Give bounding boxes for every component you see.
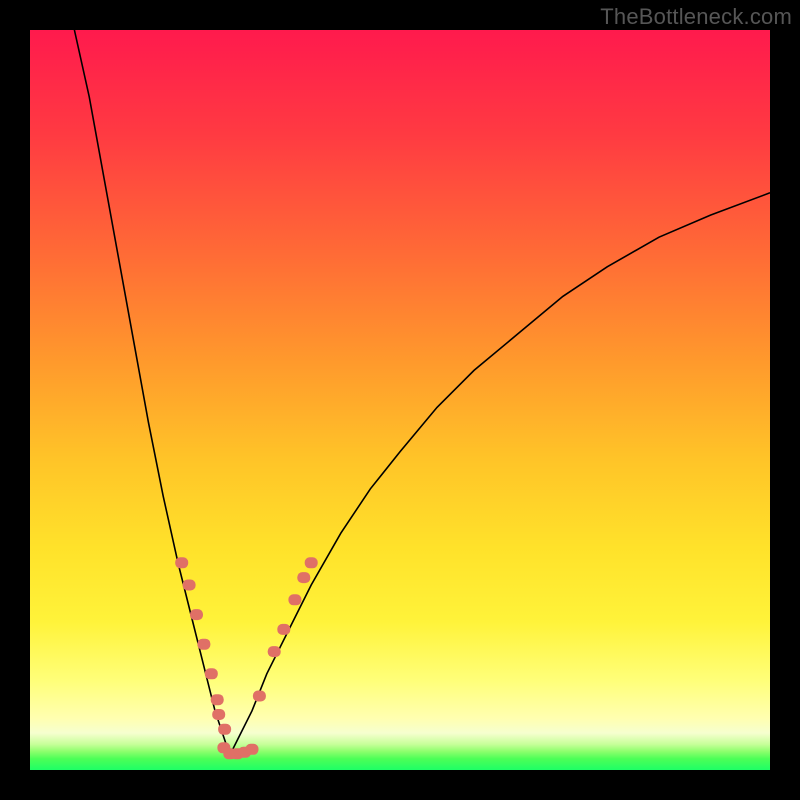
marker-right-arm-points bbox=[277, 624, 290, 635]
marker-right-arm-points bbox=[268, 646, 281, 657]
chart-svg bbox=[30, 30, 770, 770]
marker-right-arm-points bbox=[297, 572, 310, 583]
curve-right-arm bbox=[230, 193, 770, 755]
marker-left-arm-points bbox=[211, 694, 224, 705]
curve-group bbox=[74, 30, 770, 755]
marker-group bbox=[175, 557, 318, 759]
plot-area bbox=[30, 30, 770, 770]
marker-left-arm-points bbox=[183, 580, 196, 591]
marker-left-arm-points bbox=[197, 639, 210, 650]
chart-frame: TheBottleneck.com bbox=[0, 0, 800, 800]
marker-right-arm-points bbox=[253, 691, 266, 702]
watermark-text: TheBottleneck.com bbox=[600, 4, 792, 30]
marker-trough-points bbox=[246, 744, 259, 755]
marker-left-arm-points bbox=[218, 724, 231, 735]
marker-left-arm-points bbox=[205, 668, 218, 679]
marker-left-arm-points bbox=[190, 609, 203, 620]
marker-right-arm-points bbox=[288, 594, 301, 605]
marker-right-arm-points bbox=[305, 557, 318, 568]
marker-left-arm-points bbox=[212, 709, 225, 720]
marker-left-arm-points bbox=[175, 557, 188, 568]
